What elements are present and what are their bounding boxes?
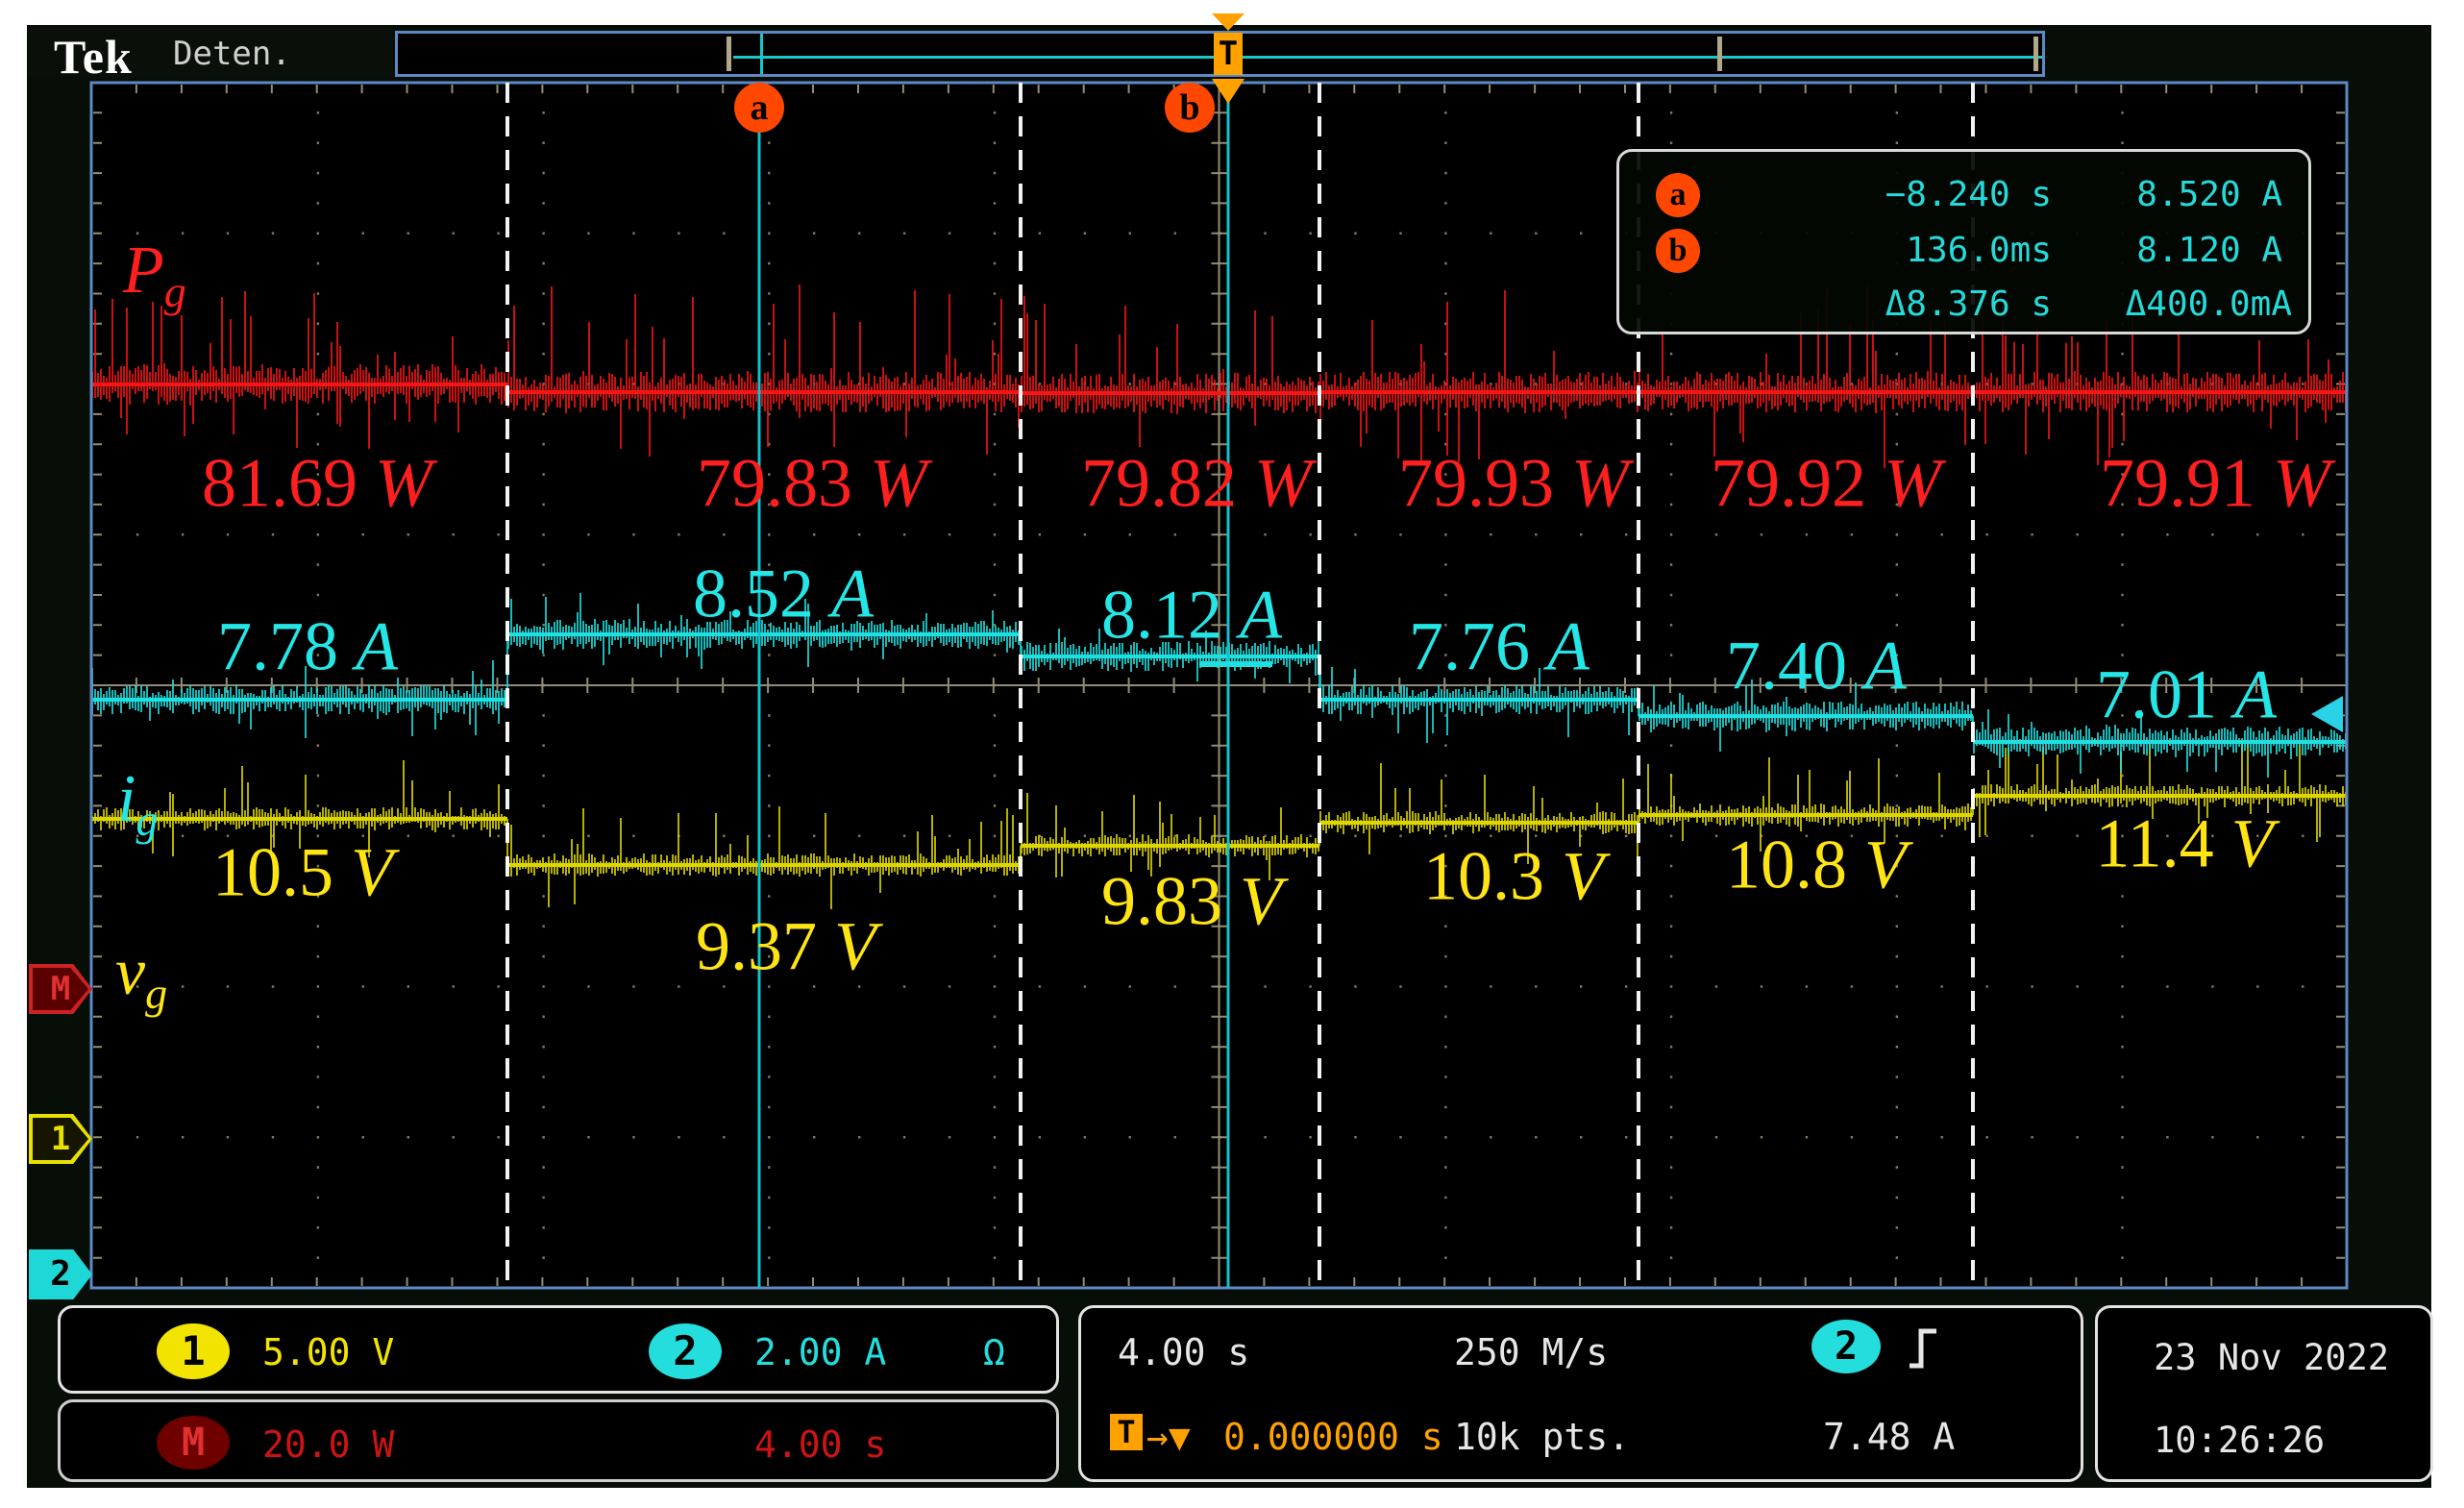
date-label: 23 Nov 2022 bbox=[2154, 1337, 2390, 1378]
trigger-slope-icon bbox=[1910, 1328, 1936, 1369]
current-value-label: 7.40 A bbox=[1726, 627, 1907, 705]
current-value-label: 7.01 A bbox=[2096, 655, 2277, 733]
trigger-position-icon: T bbox=[1110, 1414, 1143, 1450]
voltage-value-label: 10.3 V bbox=[1423, 837, 1604, 915]
trigger-arrow-icon: →▼ bbox=[1146, 1416, 1191, 1458]
preview-right-bracket-icon bbox=[1717, 37, 1722, 71]
trigger-level: 7.48 A bbox=[1823, 1416, 1956, 1458]
time-label: 10:26:26 bbox=[2154, 1420, 2326, 1461]
timebase-scale: 4.00 s bbox=[1118, 1331, 1250, 1373]
current-value-label: 8.52 A bbox=[693, 555, 874, 632]
voltage-value-label: 9.37 V bbox=[696, 907, 876, 985]
cursor-b-badge: b bbox=[1165, 83, 1215, 133]
trigger-bottom-arrow-icon bbox=[1212, 79, 1244, 104]
ch1-badge: 1 bbox=[157, 1323, 230, 1379]
channel-scale-box: 1 5.00 V 2 2.00 A Ω bbox=[58, 1305, 1059, 1394]
math-scale-box: M 20.0 W 4.00 s bbox=[58, 1399, 1059, 1482]
voltage-value-label: 10.8 V bbox=[1726, 826, 1907, 903]
current-value-label: 7.76 A bbox=[1409, 607, 1589, 685]
timebase-trigger-box: 4.00 s 250 M/s 2 T →▼ 0.000000 s 10k pts… bbox=[1078, 1305, 2083, 1482]
voltage-value-label: 10.5 V bbox=[212, 833, 393, 911]
trigger-top-arrow-icon bbox=[1212, 13, 1244, 31]
oscilloscope-screenshot: { "header": {"logo": "Tek", "status": "D… bbox=[0, 0, 2464, 1508]
cursor-delta-amplitude: Δ400.0mA bbox=[2125, 284, 2292, 324]
tek-logo: Tek bbox=[54, 30, 133, 84]
datetime-box: 23 Nov 2022 10:26:26 bbox=[2095, 1305, 2433, 1482]
voltage-value-label: 9.83 V bbox=[1101, 862, 1282, 940]
ch1-scale: 5.00 V bbox=[262, 1331, 395, 1373]
power-value-label: 79.92 W bbox=[1711, 444, 1941, 522]
voltage-trace-name: vg bbox=[115, 935, 168, 1018]
acquisition-status: Deten. bbox=[173, 35, 291, 73]
voltage-value-label: 11.4 V bbox=[2095, 804, 2274, 882]
preview-waveform-line bbox=[733, 56, 2042, 59]
trigger-flag: T bbox=[1214, 33, 1243, 75]
cursor-b-amplitude: 8.120 A bbox=[2136, 231, 2282, 270]
ch2-badge: 2 bbox=[649, 1323, 722, 1379]
current-value-label: 8.12 A bbox=[1101, 576, 1282, 654]
current-trace-name: ig bbox=[117, 762, 159, 845]
power-trace-name: Pg bbox=[123, 234, 186, 316]
sample-rate: 250 M/s bbox=[1454, 1331, 1609, 1373]
power-value-label: 79.93 W bbox=[1398, 444, 1629, 522]
trigger-position: 0.000000 s bbox=[1223, 1416, 1443, 1458]
math-badge: M bbox=[157, 1416, 230, 1470]
record-length: 10k pts. bbox=[1454, 1416, 1631, 1458]
power-value-label: 81.69 W bbox=[202, 444, 432, 522]
preview-cursor-a-line bbox=[760, 34, 763, 74]
cursor-b-amplitude-tick bbox=[1199, 661, 1272, 667]
power-value-label: 79.83 W bbox=[697, 444, 927, 522]
ch2-scale: 2.00 A bbox=[754, 1331, 887, 1373]
power-value-label: 79.82 W bbox=[1081, 444, 1312, 522]
math-timebase: 4.00 s bbox=[754, 1423, 887, 1466]
math-scale: 20.0 W bbox=[262, 1423, 395, 1466]
cursor-a-amplitude: 8.520 A bbox=[2136, 175, 2282, 214]
trigger-source-badge: 2 bbox=[1811, 1320, 1881, 1373]
cursor-a-badge: a bbox=[734, 83, 784, 133]
cursor-a-readout-badge: a bbox=[1656, 173, 1700, 217]
cursor-readout-box: a −8.240 s 8.520 A b 136.0ms 8.120 A Δ8.… bbox=[1616, 149, 2311, 334]
cursor-b-readout-badge: b bbox=[1656, 229, 1700, 273]
header-strip: Tek Deten. bbox=[29, 27, 393, 84]
power-value-label: 79.91 W bbox=[2100, 444, 2330, 522]
preview-left-bracket-icon bbox=[727, 37, 731, 71]
ch2-coupling-icon: Ω bbox=[983, 1331, 1005, 1373]
current-value-label: 7.78 A bbox=[217, 607, 398, 685]
preview-end-bracket-icon bbox=[2033, 37, 2038, 71]
